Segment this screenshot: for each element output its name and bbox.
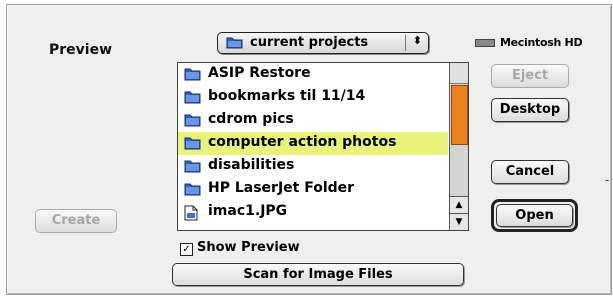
document-icon bbox=[184, 205, 198, 225]
popup-separator bbox=[405, 35, 406, 51]
file-name: imac1.JPG bbox=[208, 203, 288, 219]
folder-icon bbox=[184, 113, 201, 131]
folder-icon bbox=[184, 67, 201, 85]
preview-label: Preview bbox=[49, 42, 113, 58]
file-list-item[interactable]: cdrom pics bbox=[178, 109, 448, 132]
scroll-up-arrow-icon[interactable]: ▲ bbox=[450, 196, 468, 213]
show-preview-label: Show Preview bbox=[197, 240, 300, 255]
scroll-down-arrow-icon[interactable]: ▼ bbox=[450, 213, 468, 230]
scroll-thumb[interactable] bbox=[451, 85, 468, 145]
folder-icon bbox=[184, 182, 201, 200]
checkbox-check-icon[interactable]: ✓ bbox=[180, 243, 193, 256]
location-popup[interactable]: current projects ⬍ bbox=[217, 32, 429, 54]
edge-tick-mark: ‐ bbox=[605, 173, 610, 187]
file-name: ASIP Restore bbox=[208, 65, 311, 81]
file-name: cdrom pics bbox=[208, 111, 294, 127]
file-name: computer action photos bbox=[208, 134, 397, 150]
scrollbar-top-cap bbox=[450, 63, 468, 84]
file-list-item[interactable]: bookmarks til 11/14 bbox=[178, 86, 448, 109]
cancel-button[interactable]: Cancel bbox=[491, 160, 569, 184]
folder-icon bbox=[184, 159, 201, 177]
eject-button[interactable]: Eject bbox=[491, 64, 569, 88]
file-list-item[interactable]: imac1.JPG bbox=[178, 201, 448, 224]
vertical-scrollbar[interactable]: ▲ ▼ bbox=[449, 63, 468, 230]
file-name: bookmarks til 11/14 bbox=[208, 88, 366, 104]
open-button[interactable]: Open bbox=[496, 204, 573, 227]
folder-icon bbox=[226, 36, 243, 53]
create-button[interactable]: Create bbox=[35, 209, 117, 233]
file-list-item[interactable]: HP LaserJet Folder bbox=[178, 178, 448, 201]
open-file-dialog: Preview current projects ⬍ Mecintosh HD … bbox=[6, 4, 612, 295]
folder-icon bbox=[184, 90, 201, 108]
file-name: disabilities bbox=[208, 157, 295, 173]
file-list-item[interactable]: computer action photos bbox=[178, 132, 448, 155]
volume-label: Mecintosh HD bbox=[500, 36, 583, 49]
desktop-button[interactable]: Desktop bbox=[491, 98, 569, 122]
file-list-item[interactable]: disabilities bbox=[178, 155, 448, 178]
file-list-item[interactable]: ASIP Restore bbox=[178, 63, 448, 86]
popup-arrows-icon: ⬍ bbox=[412, 34, 422, 47]
file-list[interactable]: ASIP Restore bookmarks til 11/14 cdrom pic… bbox=[177, 62, 469, 231]
location-popup-label: current projects bbox=[250, 35, 369, 50]
show-preview-checkbox[interactable]: ✓ Show Preview bbox=[180, 240, 300, 256]
volume-indicator: Mecintosh HD bbox=[475, 36, 583, 49]
hard-disk-icon bbox=[475, 39, 495, 47]
scan-for-image-files-button[interactable]: Scan for Image Files bbox=[172, 263, 464, 286]
file-name: HP LaserJet Folder bbox=[208, 180, 355, 196]
folder-icon bbox=[184, 136, 201, 154]
